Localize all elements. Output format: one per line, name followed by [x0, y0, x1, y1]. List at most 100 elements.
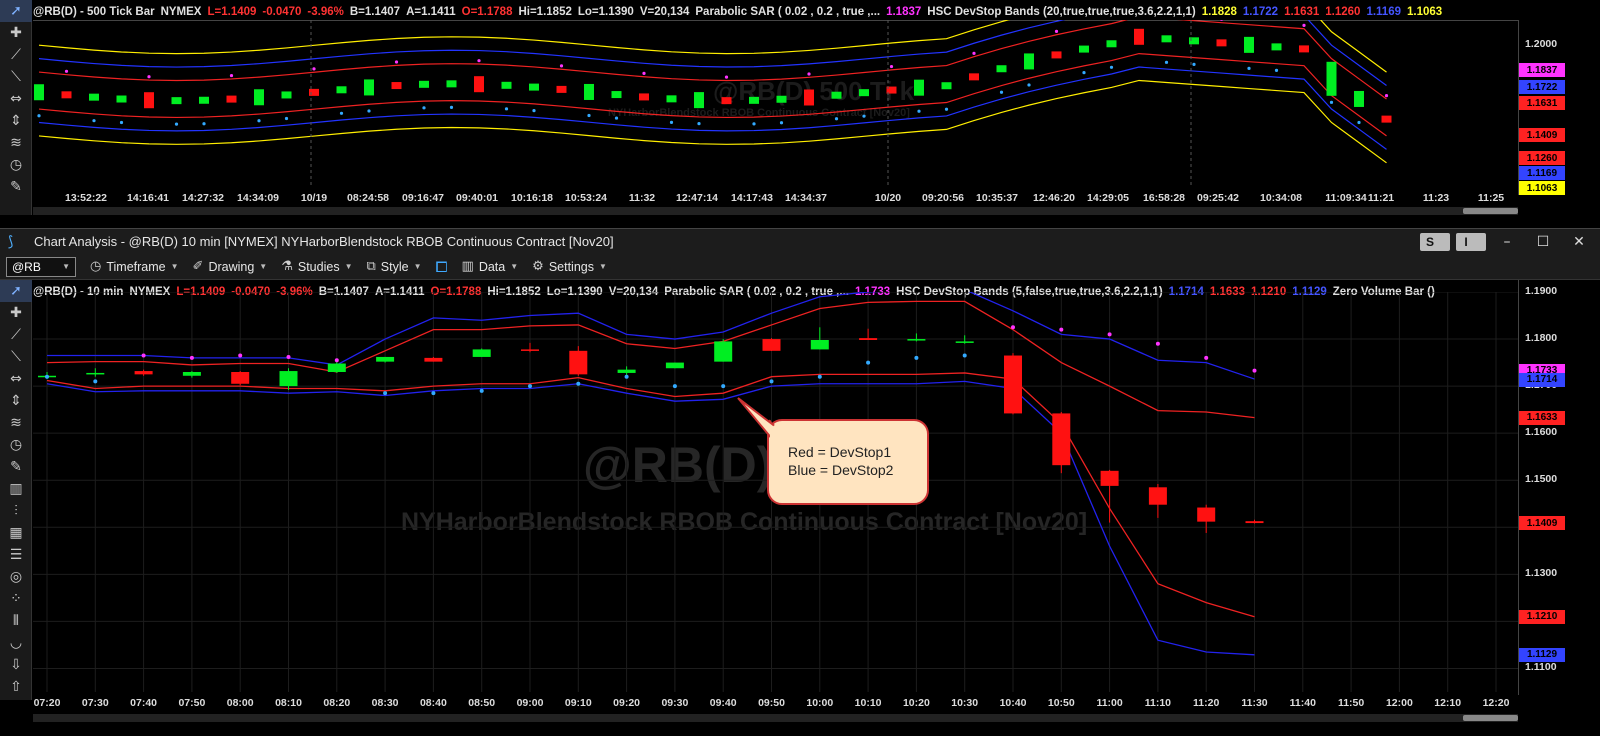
minimize-icon[interactable]: – [1492, 231, 1522, 253]
tick-bar[interactable] [804, 89, 814, 106]
tick-bar[interactable] [556, 85, 567, 93]
pencil-tool-icon[interactable]: ✎ [0, 456, 32, 478]
style-menu[interactable]: ⧉ Style ▼ [367, 259, 422, 274]
horizontal-line-tool-icon[interactable]: ⇔ [0, 368, 32, 390]
tick-bar[interactable] [969, 73, 979, 81]
candle-body[interactable] [231, 372, 250, 384]
top-price-chart[interactable]: @RB(D) 500 Ti k NYHarborBlendstock RBOB … [33, 20, 1518, 188]
candle-body[interactable] [472, 349, 491, 357]
tick-bar[interactable] [34, 84, 44, 101]
candle-body[interactable] [1197, 507, 1216, 522]
tick-bar[interactable] [474, 76, 484, 93]
candle-body[interactable] [810, 340, 829, 350]
trendline-tool-icon[interactable]: ⟋ [0, 324, 32, 346]
tick-bar[interactable] [1079, 45, 1089, 53]
vertical-line-tool-icon[interactable]: ⇕ [0, 110, 32, 132]
tick-bar[interactable] [611, 91, 622, 99]
tick-bar[interactable] [1326, 61, 1337, 96]
grid-tool-icon[interactable]: ▦ [0, 522, 32, 544]
window-title-bar[interactable]: ⟆ Chart Analysis - @RB(D) 10 min [NYMEX]… [0, 228, 1600, 254]
devstop-study-label[interactable]: HSC DevStop Bands (20,true,true,true,3.6… [927, 6, 1195, 18]
scrollbar-thumb[interactable] [1463, 715, 1518, 721]
tick-bar[interactable] [941, 82, 952, 90]
channel-tool-icon[interactable]: ≋ [0, 132, 32, 154]
vertical-line-tool-icon[interactable]: ⇕ [0, 390, 32, 412]
tick-bar[interactable] [1161, 35, 1172, 43]
ray-tool-icon[interactable]: ⟍ [0, 346, 32, 368]
s-dropdown-button[interactable]: S ▼ [1420, 233, 1450, 251]
tick-bar[interactable] [226, 95, 237, 103]
crosshair-tool-icon[interactable]: ✚ [0, 22, 32, 44]
bars-tool-icon[interactable]: ⫴ [0, 610, 32, 632]
sar-study-label[interactable]: Parabolic SAR ( 0.02 , 0.2 , true ,... [695, 6, 880, 18]
channel-tool-icon[interactable]: ≋ [0, 412, 32, 434]
tick-bar[interactable] [1244, 36, 1254, 53]
symbol-input[interactable]: @RB ▼ [6, 256, 76, 277]
window-link-button[interactable]: ⧠ [436, 258, 448, 276]
tick-bar[interactable] [1271, 43, 1282, 51]
columns-tool-icon[interactable]: ▥ [0, 478, 32, 500]
arrow-up-tool-icon[interactable]: ⇧ [0, 676, 32, 698]
tick-bar[interactable] [1024, 53, 1034, 70]
tick-bar[interactable] [1354, 90, 1364, 107]
candle-body[interactable] [86, 372, 105, 375]
candle-body[interactable] [1148, 487, 1167, 505]
candle-body[interactable] [762, 339, 781, 351]
trendline-tool-icon[interactable]: ⟋ [0, 44, 32, 66]
ray-tool-icon[interactable]: ⟍ [0, 66, 32, 88]
tick-bar[interactable] [281, 91, 292, 99]
candle-body[interactable] [134, 371, 153, 375]
tick-bar[interactable] [666, 95, 677, 103]
crosshair-tool-icon[interactable]: ✚ [0, 302, 32, 324]
cycle-tool-icon[interactable]: ◷ [0, 434, 32, 456]
tick-bar[interactable] [116, 95, 127, 103]
candle-body[interactable] [907, 339, 926, 341]
bottom-horizontal-scrollbar[interactable] [33, 714, 1518, 722]
tick-bar[interactable] [89, 93, 99, 101]
target-tool-icon[interactable]: ◎ [0, 566, 32, 588]
fibonacci-tool-icon[interactable]: ⫶ [0, 500, 32, 522]
tick-bar[interactable] [584, 83, 594, 100]
candle-body[interactable] [279, 371, 298, 387]
maximize-icon[interactable]: ☐ [1528, 231, 1558, 253]
candle-body[interactable] [714, 341, 733, 362]
tick-bar[interactable] [1299, 45, 1309, 53]
tick-bar[interactable] [776, 95, 787, 103]
tick-bar[interactable] [914, 79, 924, 96]
settings-menu[interactable]: ⚙ Settings ▼ [532, 259, 607, 274]
candle-body[interactable] [521, 349, 539, 351]
i-dropdown-button[interactable]: I ▼ [1456, 233, 1486, 251]
tick-bar[interactable] [529, 83, 539, 91]
tick-bar[interactable] [694, 92, 704, 109]
tick-bar[interactable] [721, 97, 732, 105]
tick-bar[interactable] [1134, 28, 1144, 45]
tick-bar[interactable] [199, 96, 209, 104]
studies-menu[interactable]: ⚗ Studies ▼ [281, 259, 352, 274]
bottom-price-axis[interactable]: 1.19001.18001.17001.16001.15001.14001.13… [1518, 280, 1600, 695]
candle-body[interactable] [569, 350, 588, 375]
tick-bar[interactable] [501, 81, 512, 89]
candle-body[interactable] [376, 356, 395, 362]
tick-bar[interactable] [336, 86, 347, 94]
tick-bar[interactable] [1216, 39, 1227, 47]
candle-body[interactable] [617, 369, 636, 373]
bottom-price-chart[interactable]: @RB(D) in NYHarborBlendstock RBOB Contin… [33, 292, 1518, 692]
tick-bar[interactable] [1381, 115, 1392, 123]
lines-tool-icon[interactable]: ☰ [0, 544, 32, 566]
pointer-tool-icon[interactable]: ➚ [0, 0, 32, 22]
tick-bar[interactable] [859, 89, 869, 97]
data-menu[interactable]: ▥ Data ▼ [462, 259, 519, 274]
candle-body[interactable] [424, 357, 443, 362]
tick-bar[interactable] [1051, 51, 1062, 59]
arc-tool-icon[interactable]: ◡ [0, 632, 32, 654]
candle-body[interactable] [1100, 470, 1119, 486]
timeframe-menu[interactable]: ◷ Timeframe ▼ [90, 259, 179, 274]
tick-bar[interactable] [61, 91, 72, 99]
candle-body[interactable] [1004, 355, 1022, 414]
candle-body[interactable] [955, 341, 974, 343]
candle-body[interactable] [327, 363, 346, 372]
tick-bar[interactable] [364, 79, 374, 96]
tick-bar[interactable] [749, 96, 759, 104]
tick-bar[interactable] [144, 92, 154, 109]
tick-bar[interactable] [171, 97, 182, 105]
